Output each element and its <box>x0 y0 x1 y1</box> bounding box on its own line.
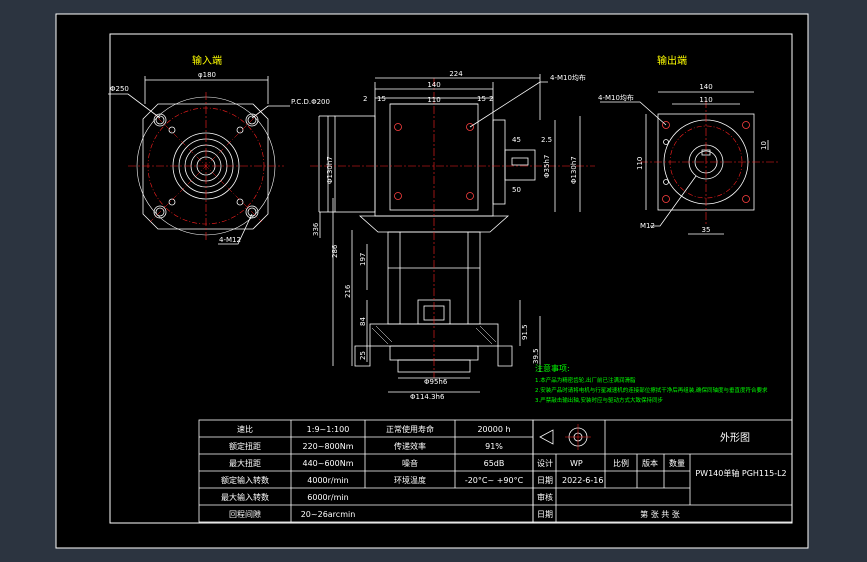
dim-39-5: 39.5 <box>532 348 540 364</box>
out-dim-35: 35 <box>702 226 711 234</box>
spec-r1c2: 1:9~1:100 <box>307 425 350 434</box>
spec-r5c1: 最大输入转数 <box>221 492 269 502</box>
dim-50: 50 <box>512 186 521 194</box>
spec-r2c3: 传递效率 <box>394 441 426 451</box>
spec-r2c4: 91% <box>485 442 503 451</box>
date-label-2: 日期 <box>537 510 553 519</box>
out-dim-140: 140 <box>699 83 712 91</box>
date-value: 2022-6-16 <box>562 476 603 485</box>
dim-110: 110 <box>427 96 440 104</box>
dim-phi130h7-right: Φ130h7 <box>570 156 578 184</box>
note-item-1: 1.本产品为精密齿轮,出厂前已注满润滑脂 <box>535 376 636 384</box>
spec-r3c2: 440~600Nm <box>302 459 353 468</box>
dim-phi180: φ180 <box>198 71 216 79</box>
dim-phi35h7: Φ35h7 <box>543 155 551 178</box>
spec-r1c1: 速比 <box>237 424 253 434</box>
drawing-sheet <box>55 13 809 549</box>
spec-r4c1: 额定输入转数 <box>221 475 269 485</box>
dim-15-left: 15 <box>377 95 386 103</box>
drawing-name: 外形图 <box>720 432 750 444</box>
out-dim-110: 110 <box>699 96 712 104</box>
spec-r1c4: 20000 h <box>477 425 510 434</box>
dim-216: 216 <box>344 284 352 298</box>
dim-336: 336 <box>312 222 320 236</box>
dim-91-5: 91.5 <box>521 324 529 340</box>
date-label: 日期 <box>537 476 553 485</box>
dim-25: 25 <box>359 351 367 360</box>
qty-label: 数量 <box>669 458 685 468</box>
spec-r5c2: 6000r/min <box>307 493 348 502</box>
out-dim-m12: M12 <box>640 222 655 230</box>
spec-r6c2: 20~26arcmin <box>301 510 356 519</box>
sheet-count: 第 张 共 张 <box>640 509 680 519</box>
scale-label: 比例 <box>613 458 629 468</box>
dim-4-m12: 4-M12 <box>219 236 241 244</box>
spec-r3c1: 最大扭距 <box>229 458 261 468</box>
dim-phi95h6: Φ95h6 <box>424 378 448 386</box>
drawing-canvas: 输入端 φ180 Φ250 P.C.D.Φ200 4-M12 224 140 1… <box>55 13 809 549</box>
note-item-2: 2.安装产品时请将电机与行星减速机的连接部位擦拭干净后再组装,确保同轴度与垂直度… <box>535 386 768 394</box>
out-dim-4-m10: 4-M10均布 <box>598 93 634 102</box>
spec-r3c3: 噪音 <box>402 458 418 468</box>
spec-r4c3: 环境温度 <box>394 475 426 485</box>
dim-4-m10-top: 4-M10均布 <box>550 73 586 82</box>
dim-140: 140 <box>427 81 440 89</box>
dim-15-right: 15 <box>477 95 486 103</box>
dim-phi114-3h6: Φ114.3h6 <box>410 393 445 401</box>
dim-224: 224 <box>449 70 463 78</box>
dim-2-right: 2 <box>489 95 493 103</box>
check-label: 审核 <box>537 492 553 502</box>
dim-2-left: 2 <box>363 95 367 103</box>
notes-title: 注意事项: <box>535 363 570 373</box>
dim-197: 197 <box>359 253 367 266</box>
spec-r2c1: 额定扭距 <box>229 441 261 451</box>
spec-r6c1: 回程间隙 <box>229 509 261 519</box>
model-number: PW140单轴 PGH115-L2 <box>695 468 786 478</box>
designer-name: WP <box>570 459 583 468</box>
spec-r4c4: -20°C~ +90°C <box>465 476 524 485</box>
out-dim-110-v: 110 <box>636 157 644 170</box>
spec-r4c2: 4000r/min <box>307 476 348 485</box>
spec-r1c3: 正常使用寿命 <box>386 424 434 434</box>
dim-2-5: 2.5 <box>541 136 552 144</box>
dim-286: 286 <box>331 244 339 258</box>
out-dim-10: 10 <box>760 141 768 150</box>
dim-45: 45 <box>512 136 521 144</box>
note-item-3: 3.严禁敲击输出轴,安装时应与驱动方式大致保持同步 <box>535 396 663 404</box>
spec-r2c2: 220~800Nm <box>302 442 353 451</box>
design-label: 设计 <box>537 458 553 468</box>
output-view-title: 输出端 <box>657 54 687 67</box>
input-view-title: 输入端 <box>192 54 222 67</box>
dim-phi250: Φ250 <box>110 85 129 93</box>
dim-pcd200: P.C.D.Φ200 <box>291 98 330 106</box>
spec-r3c4: 65dB <box>484 459 505 468</box>
dim-phi130h7-left: Φ130h7 <box>326 156 334 184</box>
dim-84: 84 <box>359 317 367 326</box>
version-label: 版本 <box>642 458 658 468</box>
